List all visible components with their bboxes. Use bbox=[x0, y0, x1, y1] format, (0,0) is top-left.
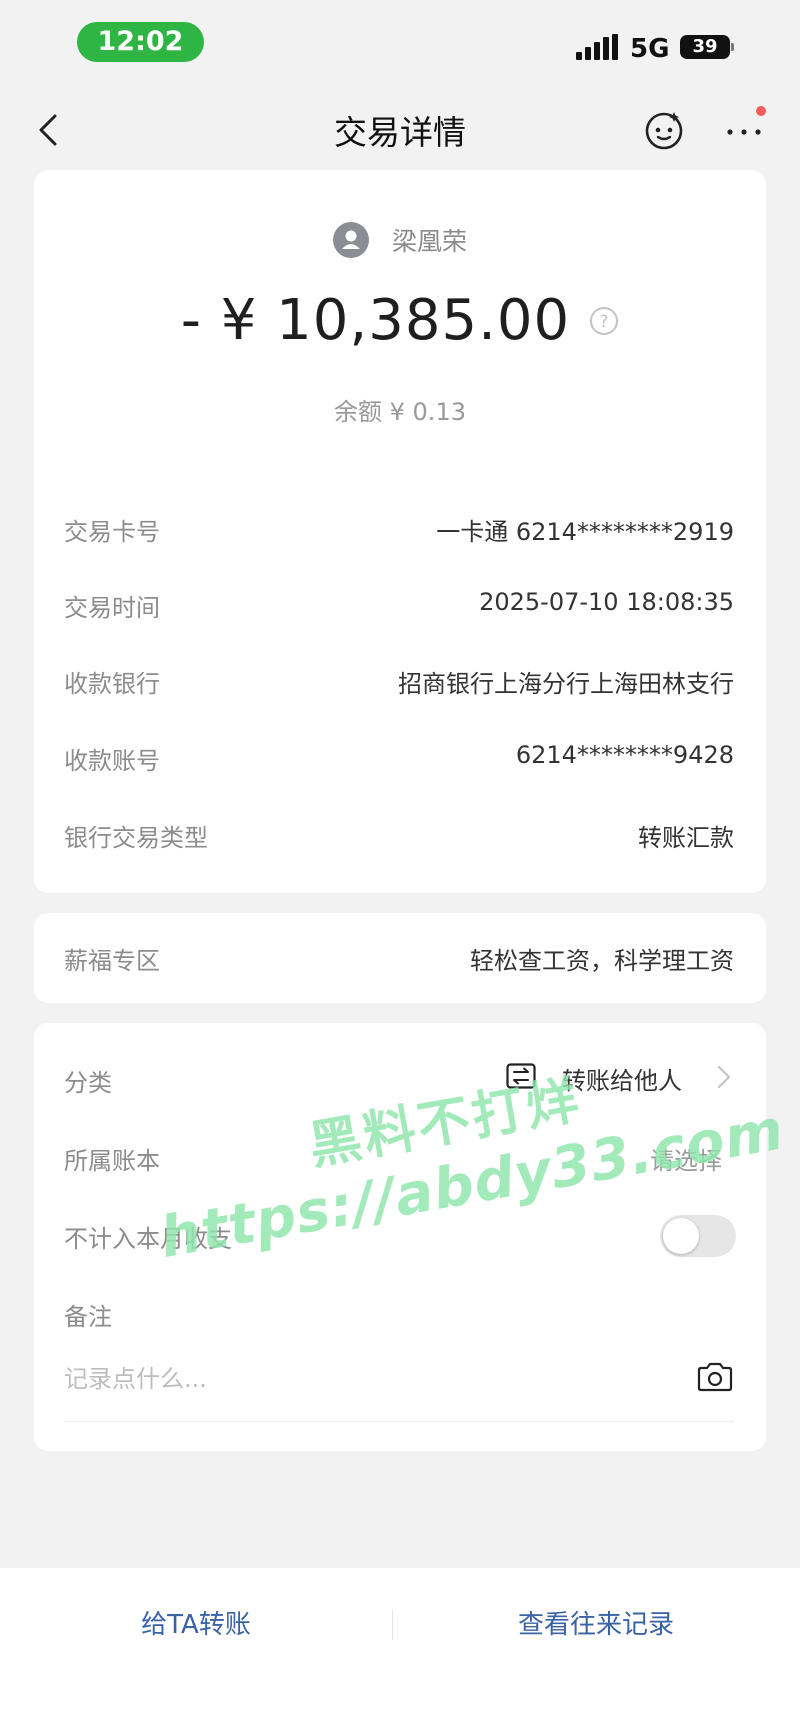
toggle-knob bbox=[663, 1218, 699, 1254]
detail-row-time: 交易时间 2025-07-10 18:08:35 bbox=[64, 588, 734, 628]
detail-row-bank: 收款银行 招商银行上海分行上海田林支行 bbox=[64, 664, 734, 704]
bookkeeping-card: 分类 转账给他人 所属账本 请选择 不计入本月收支 备注 bbox=[34, 1023, 766, 1451]
amount-row: - ¥ 10,385.00 ? bbox=[34, 288, 766, 353]
salary-zone-value: 轻松查工资，科学理工资 bbox=[470, 947, 734, 975]
view-history-button[interactable]: 查看往来记录 bbox=[392, 1604, 800, 1641]
note-input[interactable] bbox=[64, 1359, 644, 1399]
transaction-card: 梁凰荣 - ¥ 10,385.00 ? 余额 ¥ 0.13 交易卡号 一卡通 6… bbox=[34, 170, 766, 893]
detail-value: 一卡通 6214********2919 bbox=[436, 518, 734, 546]
divider bbox=[64, 1421, 734, 1422]
ledger-select[interactable]: 请选择 bbox=[650, 1141, 722, 1176]
network-type: 5G bbox=[630, 34, 670, 64]
category-value[interactable]: 转账给他人 bbox=[562, 1061, 682, 1096]
detail-label: 收款账号 bbox=[64, 747, 160, 775]
status-time: 12:02 bbox=[77, 22, 204, 62]
notification-dot bbox=[756, 106, 766, 116]
salary-zone-label: 薪福专区 bbox=[64, 947, 160, 975]
balance-text: 余额 ¥ 0.13 bbox=[334, 398, 466, 426]
transfer-icon bbox=[506, 1063, 536, 1089]
bottom-action-bar: 给TA转账 查看往来记录 bbox=[0, 1568, 800, 1735]
detail-value: 转账汇款 bbox=[638, 824, 734, 852]
category-label: 分类 bbox=[64, 1069, 112, 1097]
status-bar: 12:02 5G 39 bbox=[0, 0, 800, 88]
detail-value: 6214********9428 bbox=[515, 741, 734, 769]
detail-row-card-number: 交易卡号 一卡通 6214********2919 bbox=[64, 512, 734, 552]
note-label: 备注 bbox=[64, 1303, 112, 1331]
transaction-amount: - ¥ 10,385.00 bbox=[180, 288, 571, 353]
detail-value: 2025-07-10 18:08:35 bbox=[479, 588, 734, 616]
exclude-toggle[interactable] bbox=[660, 1215, 736, 1257]
camera-icon[interactable] bbox=[696, 1361, 734, 1393]
detail-label: 交易时间 bbox=[64, 594, 160, 622]
detail-value: 招商银行上海分行上海田林支行 bbox=[398, 670, 734, 698]
signal-icon bbox=[576, 34, 618, 60]
svg-text:?: ? bbox=[600, 312, 609, 332]
transfer-to-payee-button[interactable]: 给TA转账 bbox=[0, 1604, 392, 1641]
salary-zone-card[interactable]: 薪福专区 轻松查工资，科学理工资 bbox=[34, 913, 766, 1003]
battery-icon: 39 bbox=[680, 35, 734, 59]
payee-name: 梁凰荣 bbox=[392, 227, 468, 256]
more-icon[interactable] bbox=[722, 110, 766, 150]
detail-label: 银行交易类型 bbox=[64, 824, 208, 852]
help-icon[interactable]: ? bbox=[589, 306, 619, 336]
ledger-label: 所属账本 bbox=[64, 1147, 160, 1175]
payee: 梁凰荣 bbox=[34, 222, 766, 262]
detail-row-type: 银行交易类型 转账汇款 bbox=[64, 818, 734, 858]
avatar-icon bbox=[332, 222, 369, 258]
assistant-bot-icon[interactable] bbox=[642, 108, 686, 152]
detail-label: 收款银行 bbox=[64, 670, 160, 698]
nav-bar: 交易详情 bbox=[0, 88, 800, 174]
chevron-right-icon[interactable] bbox=[714, 1063, 734, 1091]
detail-label: 交易卡号 bbox=[64, 518, 160, 546]
detail-row-account: 收款账号 6214********9428 bbox=[64, 741, 734, 781]
exclude-label: 不计入本月收支 bbox=[64, 1225, 232, 1253]
